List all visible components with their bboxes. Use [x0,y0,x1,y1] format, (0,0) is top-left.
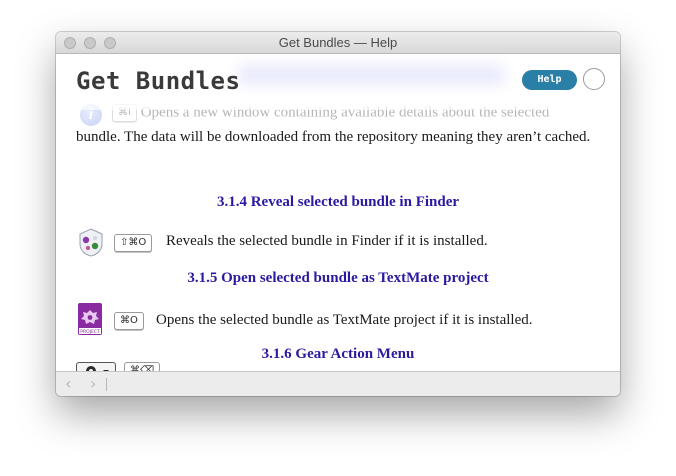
section-heading-3-1-6: 3.1.6 Gear Action Menu [261,346,415,362]
paragraph-text: bundle. The data will be downloaded from… [76,129,591,145]
section-description: Reveals the selected bundle in Finder if… [166,233,488,249]
bundle-finder-icon [79,228,103,257]
section-heading-3-1-4: 3.1.4 Reveal selected bundle in Finder [216,194,460,210]
page-title: Get Bundles [76,67,241,95]
help-content[interactable]: i ⌘I Opens a new window containing avail… [56,54,620,371]
help-window: Get Bundles — Help i ⌘I Opens a new wind… [56,32,620,396]
window-title: Get Bundles — Help [278,35,398,50]
back-button[interactable]: ‹ [65,374,71,393]
divider [106,378,107,391]
round-button[interactable] [583,68,605,90]
help-button[interactable]: Help [522,70,577,90]
help-header: Get Bundles Help [56,54,620,110]
project-icon-label: PROJECT [80,329,100,335]
gear-icon [86,366,109,371]
textmate-project-icon: PROJECT [78,303,102,335]
section-description: Opens the selected bundle as TextMate pr… [156,312,533,328]
forward-button[interactable]: › [90,374,96,393]
shortcut-key: ⇧⌘O [114,234,153,252]
shortcut-key: ⌘⌫ [124,362,161,371]
shortcut-key: ⌘O [114,312,144,330]
desktop: Get Bundles — Help i ⌘I Opens a new wind… [0,0,676,476]
section-heading-3-1-5: 3.1.5 Open selected bundle as TextMate p… [187,270,489,286]
title-bar[interactable]: Get Bundles — Help [56,32,620,54]
gear-action-button [76,362,116,371]
navigation-bar: ‹ › [56,371,620,396]
blurred-backdrop [236,64,506,86]
